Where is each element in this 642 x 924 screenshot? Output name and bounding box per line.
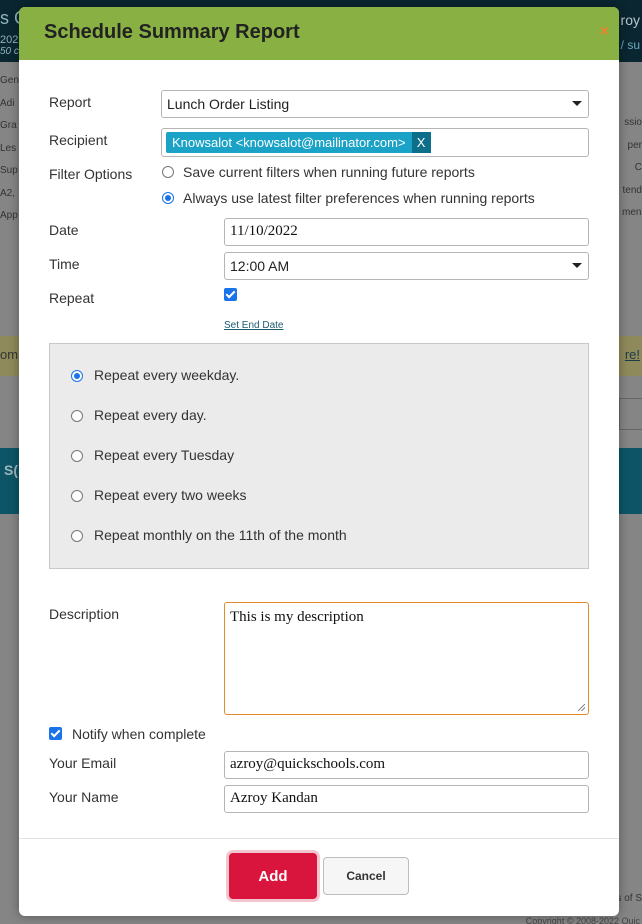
cancel-button[interactable]: Cancel: [323, 857, 409, 895]
background-menu-item: ssio: [624, 117, 642, 128]
background-copyright: Copyright © 2008-2022 Quic: [525, 916, 640, 924]
recipient-label: Recipient: [49, 132, 108, 148]
repeat-weekday-radio[interactable]: [71, 370, 83, 382]
report-select-value: Lunch Order Listing: [167, 96, 290, 112]
background-menu-item: Gra: [0, 120, 17, 131]
description-label: Description: [49, 606, 120, 622]
add-button[interactable]: Add: [229, 853, 317, 899]
notify-label: Notify when complete: [72, 726, 206, 742]
dialog-footer-divider: [19, 838, 619, 839]
time-label: Time: [49, 256, 80, 272]
repeat-tuesday-label: Repeat every Tuesday: [94, 447, 235, 463]
background-left-menu: Gen Adi Gra Les Sup A2, App: [0, 70, 20, 228]
remove-recipient-button[interactable]: X: [411, 132, 431, 153]
date-input[interactable]: 11/10/2022: [224, 218, 589, 246]
set-end-date-link[interactable]: Set End Date: [224, 320, 283, 331]
background-notice-text: om: [0, 347, 19, 362]
background-notice-link: re!: [624, 347, 640, 362]
background-menu-item: App: [0, 210, 18, 221]
background-link-fragment: / su: [620, 38, 640, 52]
background-input-fragment: [619, 398, 642, 430]
filter-option-save-label: Save current filters when running future…: [183, 164, 475, 180]
schedule-summary-report-dialog: Schedule Summary Report × Report Lunch O…: [19, 7, 619, 916]
repeat-monthly-radio[interactable]: [71, 530, 83, 542]
filter-options-label: Filter Options: [49, 166, 133, 182]
recipient-tag: Knowsalot <knowsalot@mailinator.com> X: [166, 132, 431, 153]
resize-handle-icon[interactable]: [578, 704, 585, 711]
filter-option-save-radio[interactable]: [162, 166, 174, 178]
background-menu-item: Sup: [0, 165, 18, 176]
repeat-weekday-label: Repeat every weekday.: [94, 367, 240, 383]
notify-checkbox[interactable]: [49, 727, 62, 740]
repeat-monthly-label: Repeat monthly on the 11th of the month: [94, 527, 347, 543]
your-email-label: Your Email: [49, 755, 117, 771]
repeat-two-weeks-label: Repeat every two weeks: [94, 487, 247, 503]
background-footer-fragment: s of S: [616, 893, 642, 904]
recipient-field[interactable]: Knowsalot <knowsalot@mailinator.com> X: [161, 128, 589, 157]
background-user-fragment: roy: [620, 12, 640, 28]
repeat-label: Repeat: [49, 290, 95, 306]
background-year-fragment: 202: [0, 34, 19, 46]
background-section-title: S(: [4, 462, 18, 478]
your-name-label: Your Name: [49, 789, 119, 805]
description-textarea[interactable]: This is my description: [224, 602, 589, 715]
time-select-value: 12:00 AM: [230, 258, 290, 274]
time-select[interactable]: 12:00 AM: [224, 252, 589, 280]
background-right-menu: ssio per C tend ment: [622, 112, 642, 225]
background-menu-item: A2,: [0, 187, 16, 199]
your-name-value: Azroy Kandan: [230, 790, 318, 806]
your-email-input[interactable]: azroy@quickschools.com: [224, 751, 589, 779]
chevron-down-icon: [572, 263, 582, 268]
description-value: This is my description: [230, 609, 364, 625]
filter-option-latest-label: Always use latest filter preferences whe…: [183, 190, 535, 206]
filter-option-latest-radio[interactable]: [162, 192, 174, 204]
repeat-every-day-label: Repeat every day.: [94, 407, 207, 423]
repeat-options-panel: Repeat every weekday. Repeat every day. …: [49, 343, 589, 569]
background-menu-item: Gen: [0, 75, 19, 86]
close-icon[interactable]: ×: [600, 23, 609, 41]
report-label: Report: [49, 94, 92, 110]
background-count-fragment: 50 c: [0, 46, 19, 57]
background-menu-item: Adi: [0, 97, 15, 109]
repeat-every-day-radio[interactable]: [71, 410, 83, 422]
date-label: Date: [49, 222, 79, 238]
your-email-value: azroy@quickschools.com: [230, 756, 386, 772]
chevron-down-icon: [572, 101, 582, 106]
repeat-two-weeks-radio[interactable]: [71, 490, 83, 502]
recipient-tag-label: Knowsalot <knowsalot@mailinator.com>: [172, 135, 406, 150]
repeat-tuesday-radio[interactable]: [71, 450, 83, 462]
background-menu-item: ment: [622, 207, 642, 218]
date-input-value: 11/10/2022: [230, 223, 298, 239]
your-name-input[interactable]: Azroy Kandan: [224, 785, 589, 813]
dialog-header: Schedule Summary Report ×: [19, 7, 619, 60]
background-menu-item: Les: [0, 142, 17, 154]
background-menu-item: per C: [627, 139, 642, 174]
report-select[interactable]: Lunch Order Listing: [161, 90, 589, 118]
dialog-title: Schedule Summary Report: [44, 21, 300, 43]
background-menu-item: tend: [622, 184, 642, 196]
repeat-checkbox[interactable]: [224, 288, 237, 301]
